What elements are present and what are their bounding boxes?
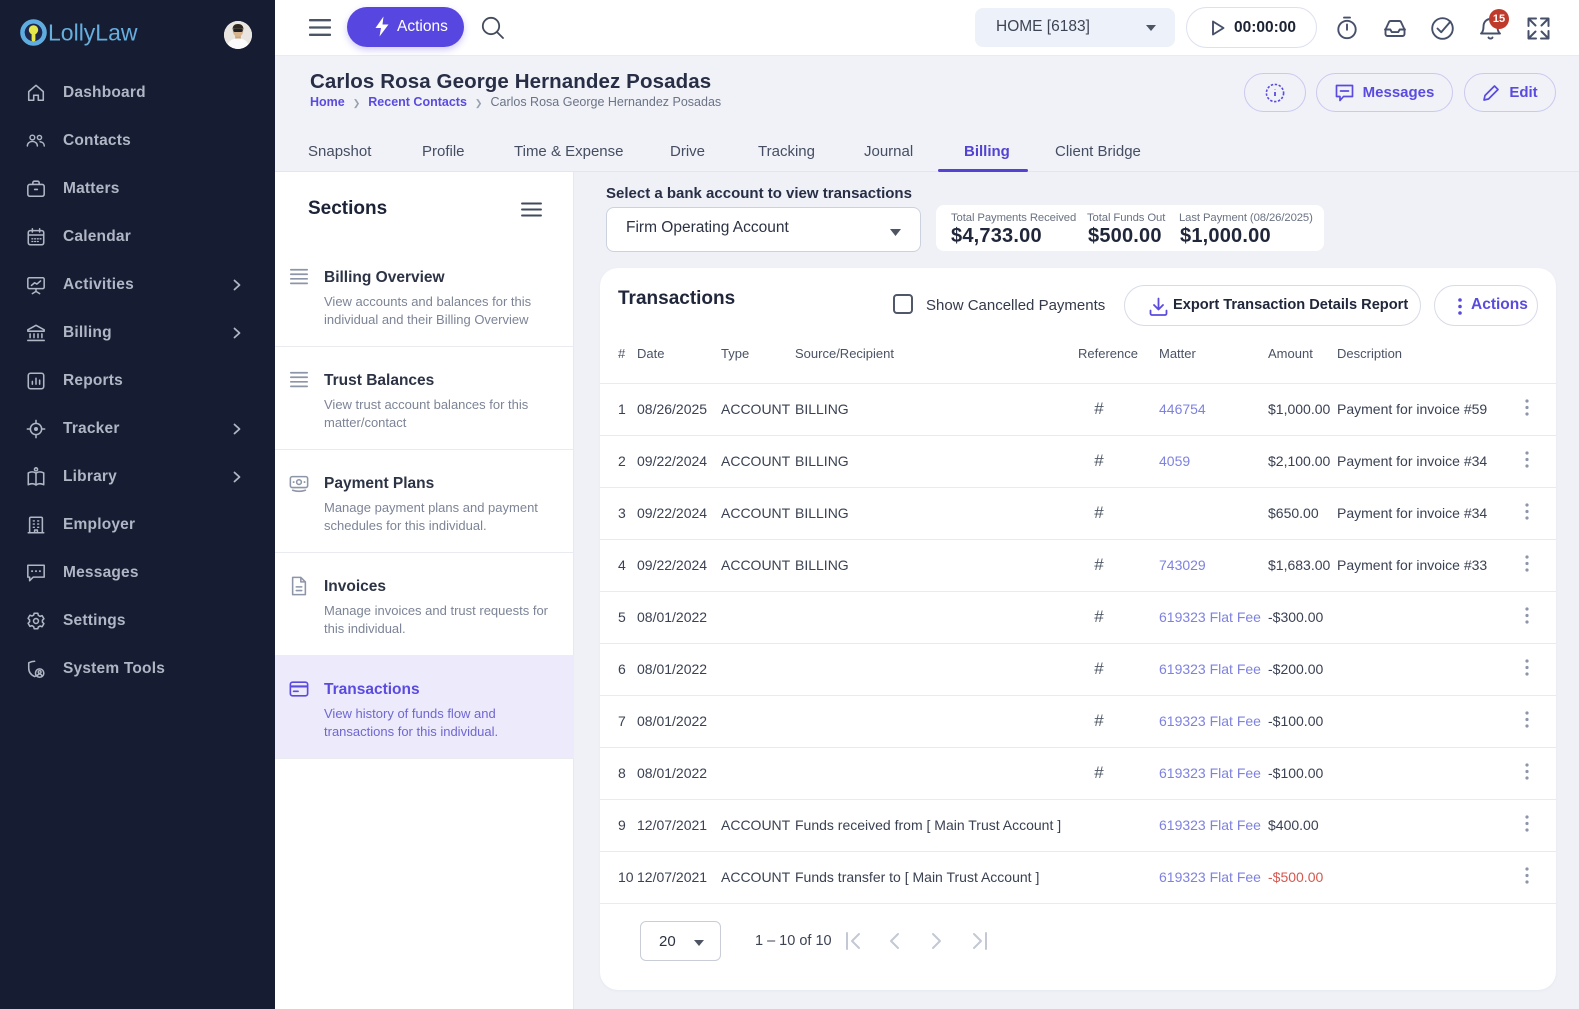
svg-text:LollyLaw: LollyLaw [48, 20, 138, 46]
